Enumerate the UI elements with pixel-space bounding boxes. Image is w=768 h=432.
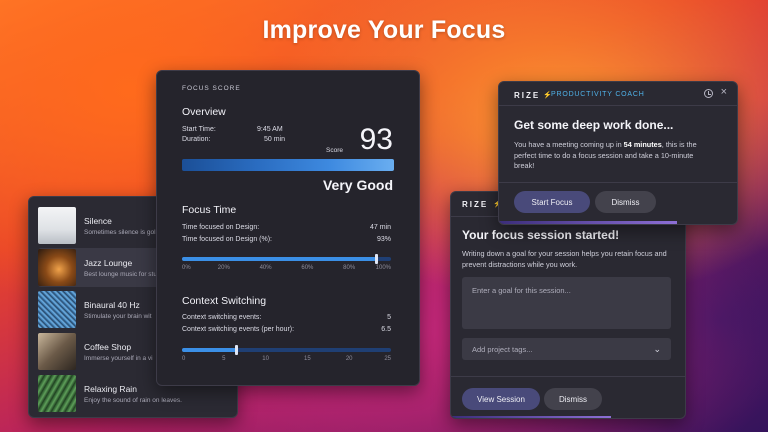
coach-badge: PRODUCTIVITY COACH bbox=[551, 91, 645, 98]
sound-title: Coffee Shop bbox=[84, 341, 132, 352]
sound-description: Best lounge music for stu bbox=[84, 270, 157, 278]
tick-label: 15 bbox=[304, 356, 311, 362]
sound-thumbnail bbox=[38, 291, 76, 328]
focus-score-panel: FOCUS SCORE Overview Start Time: 9:45 AM… bbox=[156, 70, 420, 386]
tick-label: 5 bbox=[222, 356, 226, 362]
context-per-hour-label: Context switching events (per hour): bbox=[182, 326, 295, 333]
tick-label: 100% bbox=[375, 265, 391, 271]
divider bbox=[499, 105, 737, 106]
sound-thumbnail bbox=[38, 249, 76, 286]
session-progress bbox=[451, 416, 611, 418]
context-events-value: 5 bbox=[387, 314, 391, 321]
focus-session-window: RIZE ⚡ Your focus session started! Writi… bbox=[450, 191, 686, 419]
goal-input[interactable]: Enter a goal for this session... bbox=[462, 277, 671, 329]
sound-description: Immerse yourself in a vi bbox=[84, 354, 153, 362]
tick-label: 80% bbox=[343, 265, 356, 271]
sound-description: Enjoy the sound of rain on leaves. bbox=[84, 396, 182, 404]
view-session-button[interactable]: View Session bbox=[462, 388, 540, 410]
coach-progress bbox=[499, 221, 677, 224]
sound-thumbnail bbox=[38, 207, 76, 244]
tick-label: 25 bbox=[384, 356, 391, 362]
coach-body: You have a meeting coming up in 54 minut… bbox=[514, 140, 697, 171]
score-gradient-bar bbox=[182, 159, 394, 171]
tick-label: 0 bbox=[182, 356, 186, 362]
focus-time-fill bbox=[182, 257, 377, 261]
focus-design-label: Time focused on Design: bbox=[182, 224, 260, 231]
focus-design-pct-value: 93% bbox=[376, 236, 391, 243]
duration-value: 50 min bbox=[264, 136, 286, 143]
focus-time-ticks: 0% 20% 40% 60% 80% 100% bbox=[182, 265, 391, 275]
tick-label: 60% bbox=[301, 265, 314, 271]
context-per-hour-value: 6.5 bbox=[381, 326, 391, 333]
context-fill bbox=[182, 348, 237, 352]
tick-label: 20% bbox=[217, 265, 230, 271]
rize-logo: RIZE bbox=[514, 91, 541, 100]
rize-logo: RIZE bbox=[462, 200, 489, 209]
duration-label: Duration: bbox=[182, 136, 211, 143]
context-slider bbox=[182, 345, 391, 355]
sound-title: Jazz Lounge bbox=[84, 257, 133, 268]
sound-title: Binaural 40 Hz bbox=[84, 299, 140, 310]
start-focus-button[interactable]: Start Focus bbox=[514, 191, 590, 213]
score-label: Score bbox=[326, 147, 343, 154]
tick-label: 10 bbox=[262, 356, 269, 362]
divider bbox=[451, 376, 685, 377]
focus-time-heading: Focus Time bbox=[182, 204, 237, 216]
coach-heading: Get some deep work done... bbox=[514, 118, 674, 132]
session-heading: Your focus session started! bbox=[462, 228, 620, 242]
tick-label: 20 bbox=[345, 356, 353, 362]
chevron-down-icon[interactable]: ⌄ bbox=[653, 345, 661, 354]
dismiss-coach-button[interactable]: Dismiss bbox=[595, 191, 656, 213]
sound-thumbnail bbox=[38, 333, 76, 370]
sound-title: Silence bbox=[84, 215, 112, 226]
tags-placeholder: Add project tags... bbox=[472, 345, 533, 354]
overview-heading: Overview bbox=[182, 106, 226, 118]
context-switching-heading: Context Switching bbox=[182, 295, 267, 307]
sound-description: Sometimes silence is gol bbox=[84, 228, 156, 236]
context-ticks: 0 5 10 15 20 25 bbox=[182, 356, 391, 366]
focus-time-marker bbox=[374, 254, 378, 264]
focus-design-value: 47 min bbox=[369, 224, 391, 231]
page-headline: Improve Your Focus bbox=[262, 16, 506, 44]
close-icon[interactable]: × bbox=[721, 86, 727, 98]
score-value: 93 bbox=[359, 123, 393, 156]
project-tags-select[interactable]: Add project tags... ⌄ bbox=[462, 338, 671, 360]
tick-label: 40% bbox=[259, 265, 272, 271]
sound-thumbnail bbox=[38, 375, 76, 412]
start-time-label: Start Time: bbox=[182, 126, 216, 133]
sound-description: Stimulate your brain wit bbox=[84, 312, 152, 320]
score-rating: Very Good bbox=[322, 177, 393, 193]
productivity-coach-popup: RIZE ⚡ PRODUCTIVITY COACH × Get some dee… bbox=[498, 81, 738, 225]
focus-time-slider bbox=[182, 254, 391, 264]
divider bbox=[499, 182, 737, 183]
section-label: FOCUS SCORE bbox=[182, 85, 241, 92]
context-marker bbox=[234, 345, 238, 355]
tick-label: 0% bbox=[182, 265, 191, 271]
focus-design-pct-label: Time focused on Design (%): bbox=[182, 236, 272, 243]
session-body: Writing down a goal for your session hel… bbox=[462, 249, 667, 269]
dismiss-session-button[interactable]: Dismiss bbox=[544, 388, 602, 410]
context-events-label: Context switching events: bbox=[182, 314, 262, 321]
clock-icon[interactable] bbox=[704, 89, 713, 98]
start-time-value: 9:45 AM bbox=[257, 126, 283, 133]
